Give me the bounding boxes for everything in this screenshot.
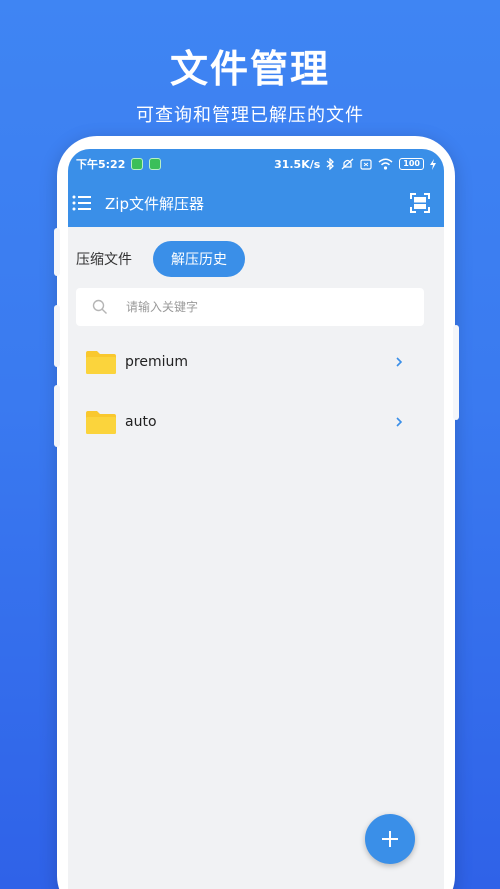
bluetooth-icon bbox=[326, 158, 335, 170]
search-icon bbox=[92, 299, 107, 314]
chevron-right-icon[interactable] bbox=[394, 356, 404, 368]
wifi-icon bbox=[378, 158, 393, 170]
app-bar: Zip文件解压器 bbox=[68, 179, 444, 227]
status-time: 下午5:22 bbox=[76, 158, 126, 171]
scan-icon[interactable] bbox=[410, 193, 430, 213]
phone-side-button bbox=[453, 325, 459, 420]
tab-compressed-files[interactable]: 压缩文件 bbox=[76, 249, 132, 269]
list-item[interactable]: premium bbox=[68, 332, 444, 392]
app-screen: 下午5:22 31.5K/s 100 Zip文件解压器 压缩文件 解压历史 请输… bbox=[68, 149, 444, 889]
plus-icon bbox=[382, 831, 398, 847]
status-bar: 下午5:22 31.5K/s 100 bbox=[68, 149, 444, 179]
tab-extract-history[interactable]: 解压历史 bbox=[153, 241, 245, 277]
notification-app-icon bbox=[149, 158, 162, 170]
notification-app-icon bbox=[131, 158, 144, 170]
mute-icon bbox=[341, 158, 354, 170]
search-box[interactable] bbox=[76, 288, 424, 326]
app-title: Zip文件解压器 bbox=[105, 195, 204, 213]
charging-icon bbox=[430, 158, 436, 170]
phone-side-button bbox=[54, 385, 60, 447]
add-button[interactable] bbox=[365, 814, 415, 864]
network-speed: 31.5K/s bbox=[274, 157, 321, 171]
folder-icon bbox=[86, 411, 116, 434]
list-item[interactable]: auto bbox=[68, 392, 444, 452]
promo-subtitle: 可查询和管理已解压的文件 bbox=[136, 105, 364, 126]
chevron-right-icon[interactable] bbox=[394, 416, 404, 428]
promo-title: 文件管理 bbox=[169, 47, 330, 91]
menu-icon[interactable] bbox=[72, 194, 92, 212]
sim-icon bbox=[360, 158, 372, 170]
phone-side-button bbox=[54, 305, 60, 367]
battery-indicator: 100 bbox=[399, 158, 424, 170]
folder-icon bbox=[86, 351, 116, 374]
search-input[interactable] bbox=[126, 300, 386, 314]
phone-side-button bbox=[54, 228, 60, 276]
file-name: premium bbox=[125, 354, 188, 370]
file-name: auto bbox=[125, 414, 157, 430]
tab-bar: 压缩文件 解压历史 bbox=[68, 241, 444, 277]
